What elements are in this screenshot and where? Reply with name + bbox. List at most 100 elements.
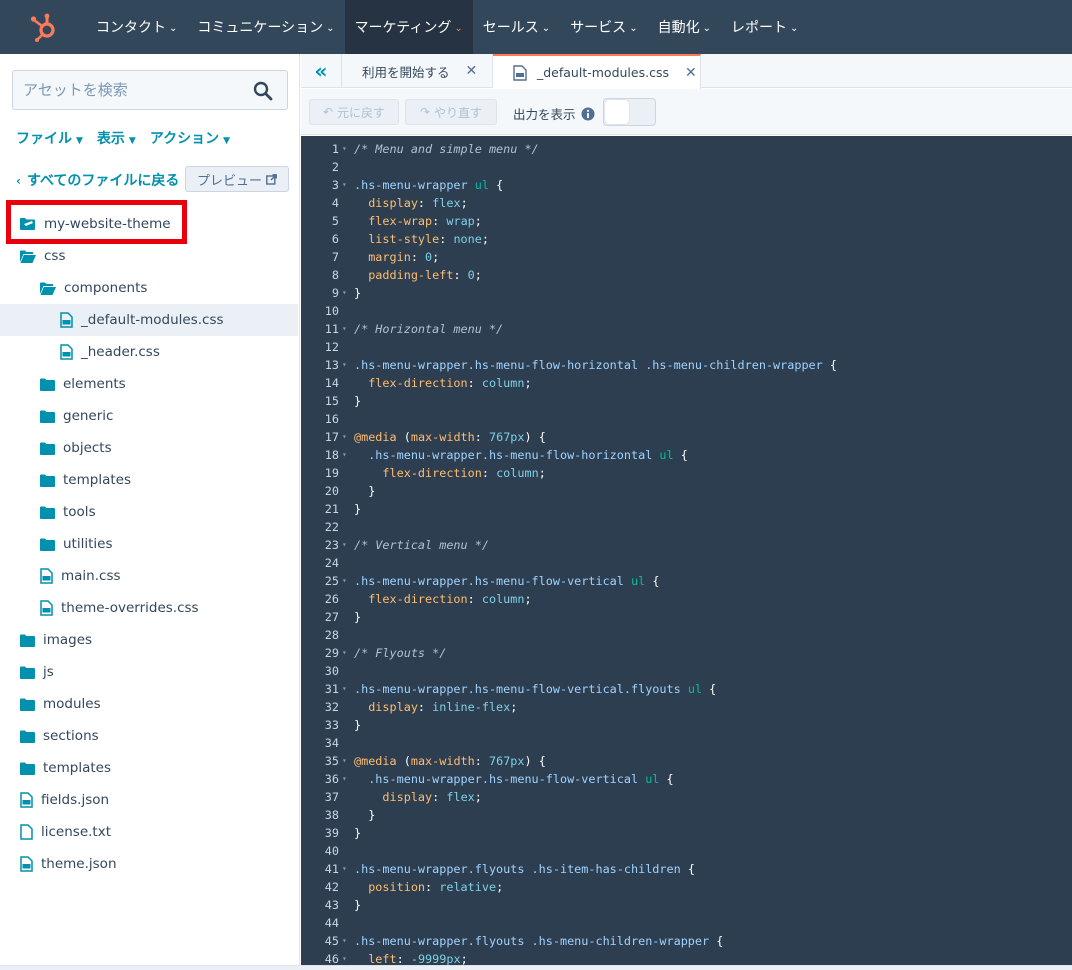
file-menu[interactable]: ファイル ▼ <box>16 128 83 148</box>
code-token: 0 <box>467 268 475 282</box>
nav-item-0[interactable]: コンタクト ⌄ <box>86 0 187 54</box>
line-number: 13 <box>324 358 339 372</box>
fold-arrow-icon[interactable]: ▾ <box>342 320 347 338</box>
tab-default-modules-css[interactable]: _default-modules.css ✕ <box>493 54 701 89</box>
tree-item[interactable]: _header.css <box>0 336 298 368</box>
code-text: .hs-menu-wrapper.flyouts .hs-menu-childr… <box>354 932 723 950</box>
actions-menu[interactable]: アクション ▼ <box>150 128 230 148</box>
tree-item-label: generic <box>63 408 114 424</box>
code-line: 19 flex-direction: column; <box>301 464 1072 482</box>
tree-item[interactable]: generic <box>0 400 298 432</box>
chevron-down-icon: ▼ <box>223 136 231 146</box>
code-area[interactable]: 1 ▾/* Menu and simple menu */2 3 ▾ .hs-menu-… <box>301 136 1072 965</box>
tree-item[interactable]: images <box>0 624 298 656</box>
show-output-text: 出力を表示 <box>513 107 576 122</box>
fold-arrow-icon[interactable]: ▾ <box>342 644 347 662</box>
tree-item[interactable]: license.txt <box>0 816 298 848</box>
fold-arrow-icon[interactable]: ▾ <box>342 950 347 965</box>
chevron-down-icon: ⌄ <box>169 22 178 34</box>
preview-button-label: プレビュー <box>196 173 262 189</box>
code-line: 21} <box>301 500 1072 518</box>
tree-item[interactable]: theme-overrides.css <box>0 592 298 624</box>
redo-button[interactable]: ↷ やり直す <box>405 99 497 125</box>
code-token: } <box>354 718 362 732</box>
fold-arrow-icon[interactable]: ▾ <box>342 428 347 446</box>
hubspot-logo-icon[interactable] <box>0 0 86 54</box>
tree-item[interactable]: theme.json <box>0 848 298 880</box>
tree-item[interactable]: css <box>0 240 298 272</box>
nav-item-2[interactable]: マーケティング ⌄ <box>344 0 473 54</box>
tree-item[interactable]: objects <box>0 432 298 464</box>
back-to-all-files-link[interactable]: ‹ すべてのファイルに戻る <box>16 170 179 190</box>
collapse-sidebar-icon[interactable]: « <box>301 54 341 88</box>
tree-item[interactable]: js <box>0 656 298 688</box>
tree-item[interactable]: tools <box>0 496 298 528</box>
nav-item-6[interactable]: レポート ⌄ <box>721 0 808 54</box>
asset-search-box[interactable] <box>12 70 288 110</box>
nav-item-label: コンタクト <box>96 20 166 36</box>
tree-item-label: _header.css <box>81 344 160 360</box>
line-number: 6 <box>331 232 339 246</box>
code-token: } <box>354 484 376 498</box>
tree-item[interactable]: templates <box>0 464 298 496</box>
fold-arrow-icon[interactable]: ▾ <box>342 932 347 950</box>
line-number: 17 <box>324 430 339 444</box>
code-line: 16 <box>301 410 1072 428</box>
nav-item-3[interactable]: セールス ⌄ <box>473 0 560 54</box>
nav-item-4[interactable]: サービス ⌄ <box>560 0 647 54</box>
asset-search-input[interactable] <box>23 81 243 99</box>
code-token: max-width <box>410 430 475 444</box>
tree-item-label: theme.json <box>41 856 117 872</box>
tree-item[interactable]: templates <box>0 752 298 784</box>
tree-item[interactable]: components <box>0 272 298 304</box>
fold-arrow-icon[interactable]: ▾ <box>342 140 347 158</box>
tree-item[interactable]: elements <box>0 368 298 400</box>
preview-button[interactable]: プレビュー <box>185 166 289 192</box>
code-token: /* Flyouts */ <box>354 646 447 660</box>
fold-arrow-icon[interactable]: ▾ <box>342 860 347 878</box>
tree-item[interactable]: main.css <box>0 560 298 592</box>
tree-item[interactable]: fields.json <box>0 784 298 816</box>
line-number: 36 <box>324 772 339 786</box>
code-token: { <box>673 448 688 462</box>
fold-arrow-icon[interactable]: ▾ <box>342 284 347 302</box>
close-icon[interactable]: ✕ <box>466 63 478 79</box>
view-menu[interactable]: 表示 ▼ <box>97 128 136 148</box>
code-line: 10 <box>301 302 1072 320</box>
close-icon[interactable]: ✕ <box>685 65 697 81</box>
code-token: wrap <box>446 214 475 228</box>
code-token: { <box>659 772 674 786</box>
undo-button[interactable]: ↶ 元に戻す <box>309 99 399 125</box>
fold-arrow-icon[interactable]: ▾ <box>342 572 347 590</box>
search-icon[interactable] <box>253 81 273 101</box>
fold-arrow-icon[interactable]: ▾ <box>342 536 347 554</box>
fold-arrow-icon[interactable]: ▾ <box>342 356 347 374</box>
fold-arrow-icon[interactable]: ▾ <box>342 752 347 770</box>
tree-item-label: css <box>44 248 66 264</box>
tree-item[interactable]: _default-modules.css <box>0 304 298 336</box>
code-token: ; <box>432 250 440 264</box>
tree-item-label: tools <box>63 504 96 520</box>
fold-arrow-icon[interactable]: ▾ <box>342 770 347 788</box>
show-output-toggle[interactable] <box>603 98 656 126</box>
code-token: display <box>354 700 418 714</box>
bottom-bar <box>0 965 1072 970</box>
fold-arrow-icon[interactable]: ▾ <box>342 680 347 698</box>
file-menu-label: ファイル <box>16 131 72 147</box>
nav-item-5[interactable]: 自動化 ⌄ <box>648 0 721 54</box>
fold-arrow-icon[interactable]: ▾ <box>342 176 347 194</box>
line-number: 15 <box>324 394 339 408</box>
code-text: .hs-menu-wrapper.hs-menu-flow-vertical u… <box>354 572 659 590</box>
code-token: : <box>432 790 447 804</box>
tree-item[interactable]: utilities <box>0 528 298 560</box>
show-output-label: 出力を表示 <box>513 104 595 123</box>
tab-getting-started[interactable]: 利用を開始する ✕ <box>341 54 493 88</box>
code-line: 45 ▾ .hs-menu-wrapper.flyouts .hs-menu-chi… <box>301 932 1072 950</box>
info-icon[interactable] <box>581 107 595 121</box>
nav-item-1[interactable]: コミュニケーション ⌄ <box>187 0 344 54</box>
view-menu-label: 表示 <box>96 131 125 147</box>
fold-arrow-icon[interactable]: ▾ <box>342 446 347 464</box>
tree-item[interactable]: sections <box>0 720 298 752</box>
tree-item[interactable]: modules <box>0 688 298 720</box>
code-text: } <box>354 716 361 734</box>
